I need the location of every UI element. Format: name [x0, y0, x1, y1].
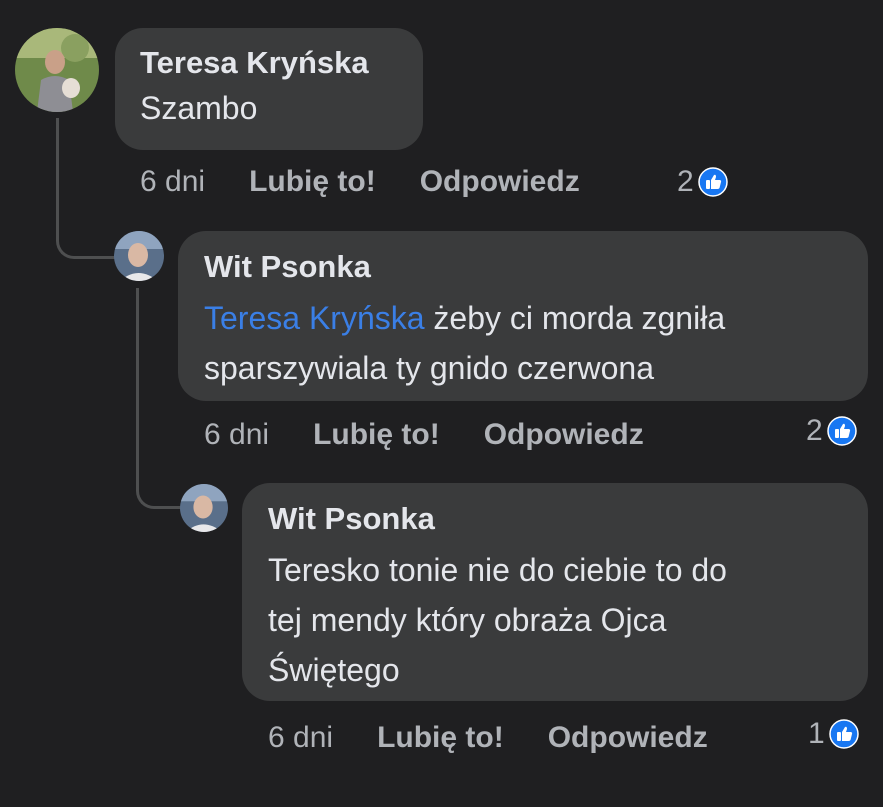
like-button[interactable]: Lubię to!: [377, 721, 504, 755]
thread-line-2: [136, 288, 182, 509]
comment-timestamp[interactable]: 6 dni: [268, 721, 333, 755]
thumbs-up-icon: [826, 416, 857, 446]
comment-actions: 6 dni Lubię to! Odpowiedz: [140, 162, 580, 202]
comment-actions: 6 dni Lubię to! Odpowiedz: [268, 718, 708, 758]
comment-text-line: Teresa Kryńska żeby ci morda zgniła: [204, 293, 868, 343]
profile-photo-icon: [15, 28, 99, 112]
avatar[interactable]: [180, 484, 228, 532]
comment-text: Szambo: [140, 90, 258, 126]
comment-text: Teresa Kryńska żeby ci morda zgniła spar…: [204, 293, 868, 393]
profile-photo-icon: [114, 231, 164, 281]
reaction-count: 2: [677, 165, 694, 198]
reaction-count: 2: [806, 414, 823, 447]
comment-actions: 6 dni Lubię to! Odpowiedz: [204, 415, 644, 455]
comment-text-fragment: żeby ci morda zgniła: [424, 300, 726, 336]
reply-button[interactable]: Odpowiedz: [420, 165, 580, 199]
thread-line-1: [56, 118, 118, 259]
comment-timestamp[interactable]: 6 dni: [140, 165, 205, 199]
reply-button[interactable]: Odpowiedz: [548, 721, 708, 755]
thumbs-up-icon: [697, 167, 728, 197]
comment-bubble: Wit Psonka Teresko tonie nie do ciebie t…: [242, 483, 868, 701]
avatar[interactable]: [114, 231, 164, 281]
reaction-count: 1: [808, 717, 825, 750]
avatar[interactable]: [15, 28, 99, 112]
comment-bubble: Wit Psonka Teresa Kryńska żeby ci morda …: [178, 231, 868, 401]
reply-button[interactable]: Odpowiedz: [484, 418, 644, 452]
reaction-summary[interactable]: 2: [806, 411, 857, 451]
comment-author[interactable]: Wit Psonka: [268, 501, 868, 537]
thumbs-up-icon: [828, 719, 859, 749]
comment-author[interactable]: Wit Psonka: [204, 249, 868, 285]
comment-bubble: Teresa Kryńska Szambo: [115, 28, 423, 150]
like-button[interactable]: Lubię to!: [313, 418, 440, 452]
reaction-summary[interactable]: 2: [677, 162, 728, 202]
mention-link[interactable]: Teresa Kryńska: [204, 300, 425, 336]
comment-text-line: Świętego: [268, 652, 400, 688]
like-button[interactable]: Lubię to!: [249, 165, 376, 199]
comment-text-line: Teresko tonie nie do ciebie to do: [268, 552, 727, 588]
reaction-summary[interactable]: 1: [808, 714, 859, 754]
comment-text-line: sparszywiala ty gnido czerwona: [204, 350, 654, 386]
comment-timestamp[interactable]: 6 dni: [204, 418, 269, 452]
comment-text: Teresko tonie nie do ciebie to do tej me…: [268, 545, 868, 695]
comment-author[interactable]: Teresa Kryńska: [140, 45, 423, 81]
comment-text-line: tej mendy który obraża Ojca: [268, 602, 667, 638]
profile-photo-icon: [180, 484, 228, 532]
